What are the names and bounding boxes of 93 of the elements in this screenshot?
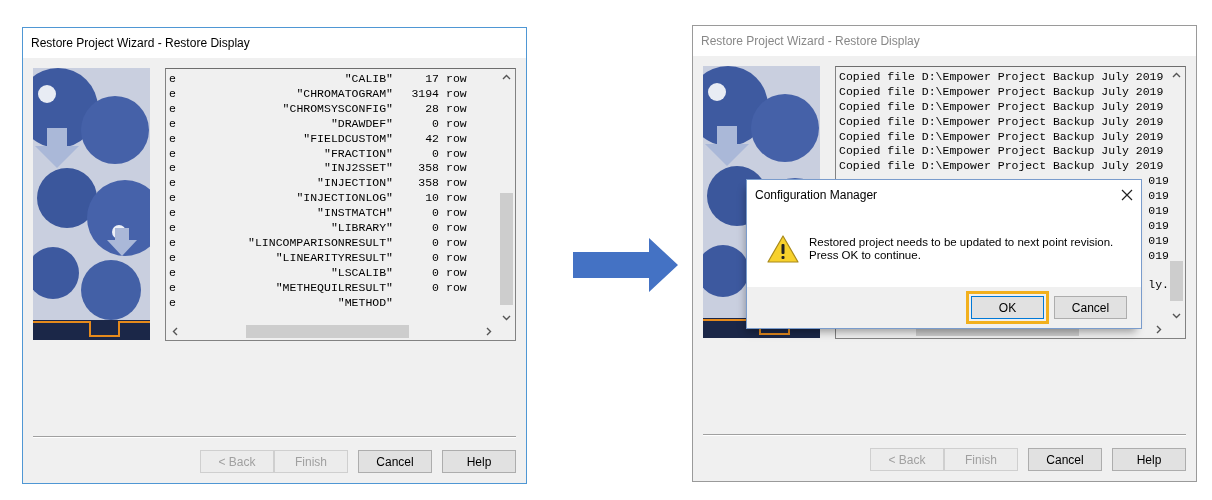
scrollbar-thumb[interactable] <box>500 193 513 305</box>
table-name: "INJECTION" <box>316 176 393 192</box>
log-line: Copied file D:\Empower Project Backup July 2019 <box>839 159 1164 175</box>
table-cell-text: e <box>169 161 177 177</box>
table-cell-text: e <box>169 235 177 251</box>
log-line: Copied file D:\Empower Project Backup July 2019 <box>839 129 1164 145</box>
log-line: 019 <box>1148 174 1168 190</box>
row-count: 10 <box>424 191 439 207</box>
row-unit: row <box>446 280 467 296</box>
table-cell-text: e <box>169 72 177 87</box>
log-line: 019 <box>1148 189 1168 204</box>
window-title: Restore Project Wizard - Restore Display <box>701 34 920 48</box>
table-name: "FIELDCUSTOM" <box>302 131 393 147</box>
row-unit: row <box>446 221 467 236</box>
window-title: Restore Project Wizard - Restore Display <box>31 36 250 50</box>
table-name: "FRACTION" <box>323 146 393 162</box>
table-cell-text: e <box>169 86 177 102</box>
scrollbar-thumb[interactable] <box>246 325 409 338</box>
cancel-button[interactable]: Cancel <box>1054 296 1127 319</box>
row-unit: row <box>446 250 467 266</box>
row-unit: row <box>446 235 467 251</box>
log-line: ly. <box>1148 278 1168 294</box>
row-unit: row <box>446 161 467 177</box>
table-cell-text: e <box>169 146 177 162</box>
table-name: "CALIB" <box>343 72 393 87</box>
log-line: 019 <box>1148 204 1168 219</box>
table-name: "INJECTIONLOG" <box>295 191 393 207</box>
row-count: 0 <box>431 235 439 251</box>
wizard-button[interactable]: Cancel <box>358 450 432 473</box>
row-unit: row <box>446 191 467 207</box>
log-line: Copied file D:\Empower Project Backup July 2019 <box>839 70 1164 85</box>
close-icon[interactable] <box>1121 189 1133 201</box>
table-cell-text: e <box>169 206 177 222</box>
table-name: "METHOD" <box>336 295 393 311</box>
log-line: Copied file D:\Empower Project Backup July 2019 <box>839 99 1164 115</box>
row-count: 0 <box>431 116 439 132</box>
row-count: 0 <box>431 206 439 222</box>
row-count: 0 <box>431 280 439 296</box>
wizard-button[interactable]: Help <box>1112 448 1186 471</box>
row-unit: row <box>446 146 467 162</box>
row-unit: row <box>446 131 467 147</box>
warning-icon <box>767 234 799 263</box>
table-cell-text: e <box>169 295 177 311</box>
log-line: Copied file D:\Empower Project Backup July 2019 <box>839 144 1164 160</box>
row-count: 358 <box>417 176 439 192</box>
row-count: 358 <box>417 161 439 177</box>
table-cell-text: e <box>169 176 177 192</box>
table-cell-text: e <box>169 116 177 132</box>
table-cell-text: e <box>169 131 177 147</box>
row-count: 42 <box>424 131 439 147</box>
table-name: "INSTMATCH" <box>316 206 393 222</box>
table-name: "LINCOMPARISONRESULT" <box>247 235 393 251</box>
dialog-title: Configuration Manager <box>755 188 879 202</box>
table-cell-text: e <box>169 221 177 236</box>
row-unit: row <box>446 101 467 117</box>
table-name: "METHEQUILRESULT" <box>274 280 393 296</box>
wizard-button[interactable]: Help <box>442 450 516 473</box>
row-unit: row <box>446 86 467 102</box>
row-unit: row <box>446 176 467 192</box>
scrollbar-thumb[interactable] <box>1170 261 1183 301</box>
table-name: "INJ2SSET" <box>323 161 393 177</box>
table-name: "CHROMSYSCONFIG" <box>281 101 393 117</box>
row-count: 0 <box>431 265 439 281</box>
table-cell-text: e <box>169 265 177 281</box>
arrow-icon <box>573 238 678 292</box>
row-unit: row <box>446 116 467 132</box>
log-line: 019 <box>1148 218 1168 234</box>
row-count: 28 <box>424 101 439 117</box>
log-line: 019 <box>1148 248 1168 264</box>
log-list[interactable] <box>165 68 516 341</box>
row-unit: row <box>446 265 467 281</box>
row-count: 0 <box>431 221 439 236</box>
row-unit: row <box>446 206 467 222</box>
table-cell-text: e <box>169 191 177 207</box>
table-cell-text: e <box>169 280 177 296</box>
row-count: 0 <box>431 250 439 266</box>
table-name: "LSCALIB" <box>329 265 393 281</box>
wizard-button[interactable]: Cancel <box>1028 448 1102 471</box>
log-line: 019 <box>1148 233 1168 249</box>
row-count: 0 <box>431 146 439 162</box>
table-name: "DRAWDEF" <box>329 116 393 132</box>
table-cell-text: e <box>169 250 177 266</box>
row-count: 17 <box>424 72 439 87</box>
message-text: Restored project needs to be updated to next point revision. <box>809 235 1114 249</box>
message-text: Press OK to continue. <box>809 248 922 262</box>
table-name: "LIBRARY" <box>329 221 393 236</box>
log-line: Copied file D:\Empower Project Backup July 2019 <box>839 84 1164 100</box>
row-count: 3194 <box>410 86 439 102</box>
row-unit: row <box>446 72 467 87</box>
table-cell-text: e <box>169 101 177 117</box>
log-line: Copied file D:\Empower Project Backup July 2019 <box>839 114 1164 130</box>
table-name: "CHROMATOGRAM" <box>295 86 393 102</box>
table-name: "LINEARITYRESULT" <box>274 250 393 266</box>
